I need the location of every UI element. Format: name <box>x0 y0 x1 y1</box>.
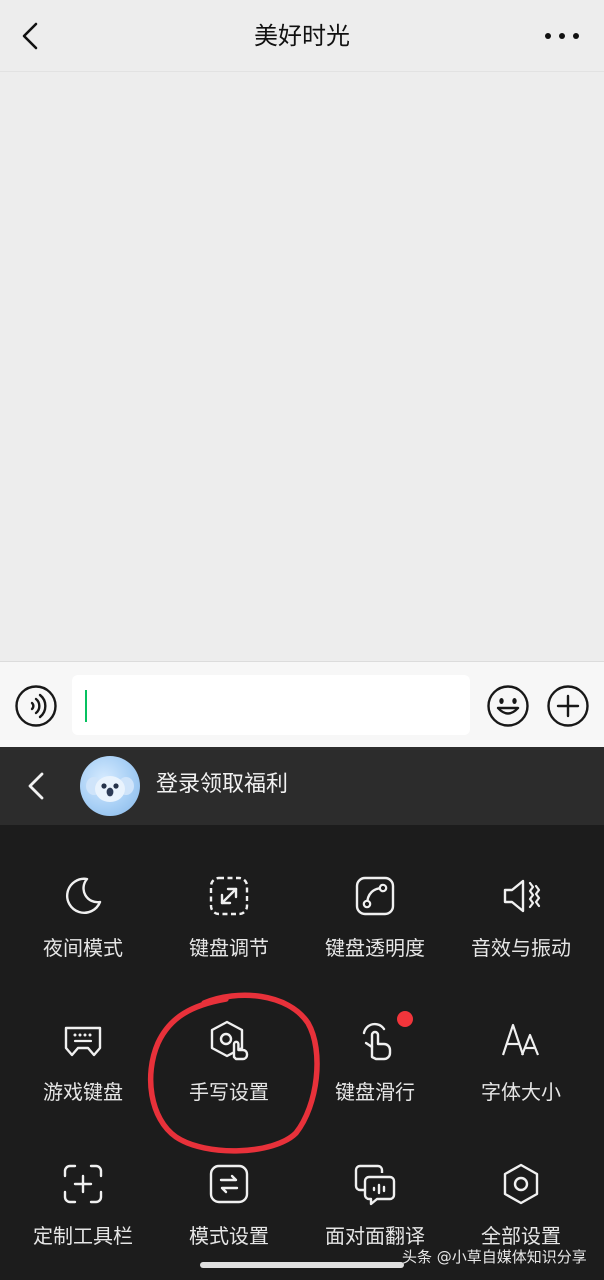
menu-label: 键盘滑行 <box>335 1080 415 1104</box>
koala-mascot-icon <box>86 776 134 802</box>
moon-icon <box>65 877 102 914</box>
menu-font-size[interactable]: 字体大小 <box>447 1017 595 1147</box>
login-rewards-label[interactable]: 登录领取福利 <box>156 769 288 801</box>
plus-circle-icon[interactable] <box>546 684 590 728</box>
watermark: 头条 @小草自媒体知识分享 <box>402 1248 587 1266</box>
menu-label: 模式设置 <box>189 1224 269 1248</box>
menu-sound-vibration[interactable]: 音效与振动 <box>447 873 595 1003</box>
chat-input-bar <box>0 661 604 747</box>
mode-switch-icon <box>209 1164 249 1204</box>
menu-label: 字体大小 <box>481 1080 561 1104</box>
add-toolbar-icon <box>63 1164 103 1204</box>
chat-header: 美好时光 <box>0 0 604 72</box>
speaker-vibrate-icon <box>503 879 541 913</box>
menu-label: 游戏键盘 <box>43 1080 123 1104</box>
settings-hex-icon <box>503 1163 539 1205</box>
annotation-circle <box>147 992 320 1154</box>
menu-label: 键盘调节 <box>189 936 269 960</box>
menu-keyboard-transparency[interactable]: 键盘透明度 <box>301 873 449 1003</box>
transparency-icon <box>355 876 395 916</box>
voice-icon[interactable] <box>14 684 58 728</box>
translate-chat-icon <box>354 1164 396 1206</box>
menu-label: 键盘透明度 <box>325 936 425 960</box>
more-horizontal-icon[interactable] <box>542 20 582 52</box>
menu-game-keyboard[interactable]: 游戏键盘 <box>9 1017 157 1147</box>
resize-icon <box>209 876 249 916</box>
keyboard-toolbar: 登录领取福利 <box>0 747 604 825</box>
message-list <box>0 73 604 661</box>
menu-custom-toolbar[interactable]: 定制工具栏 <box>9 1161 157 1280</box>
page-title: 美好时光 <box>254 22 350 50</box>
menu-night-mode[interactable]: 夜间模式 <box>9 873 157 1003</box>
avatar[interactable] <box>80 756 140 816</box>
home-indicator[interactable] <box>200 1262 404 1268</box>
text-caret <box>85 690 87 722</box>
message-input[interactable] <box>72 675 470 735</box>
game-keyboard-icon <box>64 1026 102 1057</box>
keyboard-back-icon[interactable] <box>22 768 52 804</box>
emoji-icon[interactable] <box>486 684 530 728</box>
menu-label: 夜间模式 <box>43 936 123 960</box>
notification-dot <box>397 1011 413 1027</box>
menu-label: 音效与振动 <box>471 936 571 960</box>
menu-label: 定制工具栏 <box>33 1224 133 1248</box>
font-size-icon <box>501 1023 540 1056</box>
menu-keyboard-adjust[interactable]: 键盘调节 <box>155 873 303 1003</box>
menu-keyboard-swipe[interactable]: 键盘滑行 <box>301 1011 449 1147</box>
swipe-icon <box>362 1022 392 1061</box>
